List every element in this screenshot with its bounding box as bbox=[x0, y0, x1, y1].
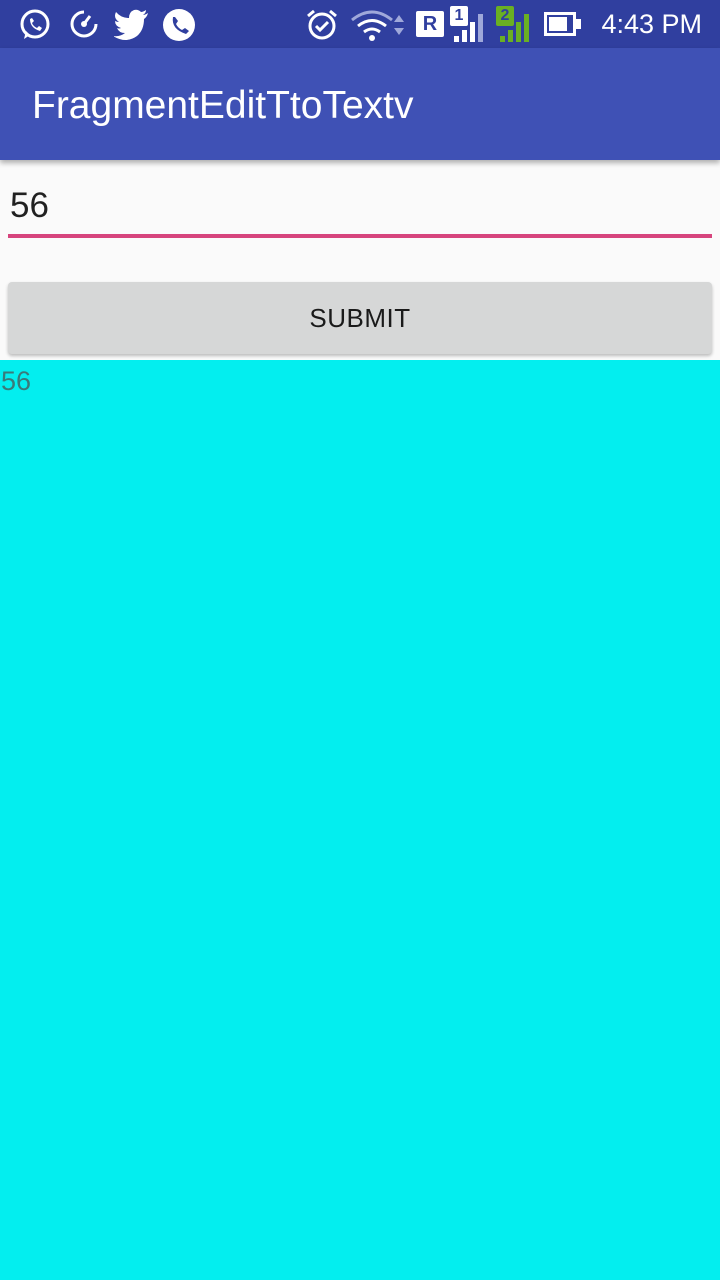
battery-icon bbox=[544, 12, 582, 36]
status-time: 4:43 PM bbox=[601, 9, 702, 39]
sim2-signal-icon: 2 bbox=[496, 6, 534, 42]
submit-button-label: SUBMIT bbox=[309, 302, 411, 333]
alarm-icon bbox=[307, 9, 337, 40]
status-bar: R 1 2 4:43 PM bbox=[0, 0, 720, 48]
sim2-label: 2 bbox=[500, 7, 510, 24]
roaming-label: R bbox=[422, 12, 438, 35]
input-value[interactable]: 56 bbox=[10, 186, 49, 226]
roaming-icon: R bbox=[416, 11, 444, 37]
twitter-icon bbox=[114, 9, 148, 40]
wifi-icon bbox=[351, 10, 404, 41]
fragment-text-view: 56 bbox=[1, 366, 32, 396]
sim1-signal-icon: 1 bbox=[450, 6, 488, 42]
number-input[interactable]: 56 bbox=[8, 176, 712, 238]
whatsapp-icon bbox=[20, 9, 50, 39]
fragment-container: 56 bbox=[0, 360, 720, 1280]
phone-icon bbox=[163, 9, 195, 41]
input-underline bbox=[8, 234, 712, 238]
app-bar: FragmentEditTtoTextv bbox=[0, 48, 720, 160]
app-title: FragmentEditTtoTextv bbox=[32, 84, 414, 127]
sim1-label: 1 bbox=[454, 7, 464, 24]
submit-button[interactable]: SUBMIT bbox=[8, 282, 712, 354]
data-saver-icon bbox=[70, 10, 98, 38]
